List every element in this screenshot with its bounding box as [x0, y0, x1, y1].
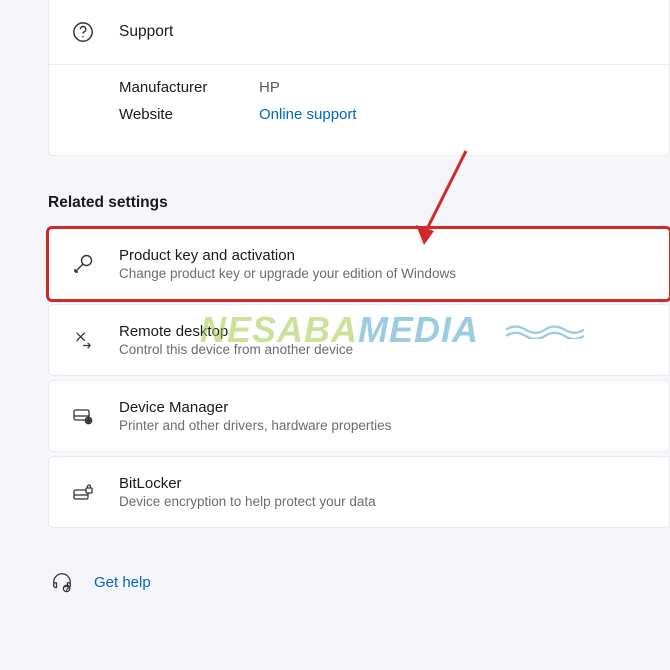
setting-subtitle: Printer and other drivers, hardware prop…: [119, 418, 649, 433]
get-help-icon: [48, 568, 76, 596]
get-help-label: Get help: [94, 574, 151, 591]
setting-device-manager[interactable]: Device Manager Printer and other drivers…: [48, 380, 670, 452]
manufacturer-label: Manufacturer: [119, 79, 259, 96]
support-body: Manufacturer HP Website Online support: [49, 65, 669, 155]
setting-title: Device Manager: [119, 399, 649, 416]
get-help-link[interactable]: Get help: [48, 568, 670, 596]
support-card: Support Manufacturer HP Website Online s…: [48, 0, 670, 156]
support-title: Support: [119, 23, 173, 41]
bitlocker-icon: [69, 478, 97, 506]
website-row: Website Online support: [119, 106, 669, 123]
related-settings-heading: Related settings: [48, 194, 670, 212]
device-manager-icon: [69, 402, 97, 430]
setting-title: Remote desktop: [119, 323, 649, 340]
setting-bitlocker[interactable]: BitLocker Device encryption to help prot…: [48, 456, 670, 528]
key-icon: [69, 250, 97, 278]
manufacturer-row: Manufacturer HP: [119, 79, 669, 96]
setting-product-key[interactable]: Product key and activation Change produc…: [48, 228, 670, 300]
setting-title: Product key and activation: [119, 247, 649, 264]
remote-icon: [69, 326, 97, 354]
online-support-link[interactable]: Online support: [259, 106, 357, 123]
setting-subtitle: Control this device from another device: [119, 342, 649, 357]
website-label: Website: [119, 106, 259, 123]
setting-subtitle: Change product key or upgrade your editi…: [119, 266, 649, 281]
help-circle-icon: [69, 18, 97, 46]
manufacturer-value: HP: [259, 79, 280, 96]
setting-remote-desktop[interactable]: Remote desktop Control this device from …: [48, 304, 670, 376]
setting-subtitle: Device encryption to help protect your d…: [119, 494, 649, 509]
setting-title: BitLocker: [119, 475, 649, 492]
support-header[interactable]: Support: [49, 0, 669, 65]
